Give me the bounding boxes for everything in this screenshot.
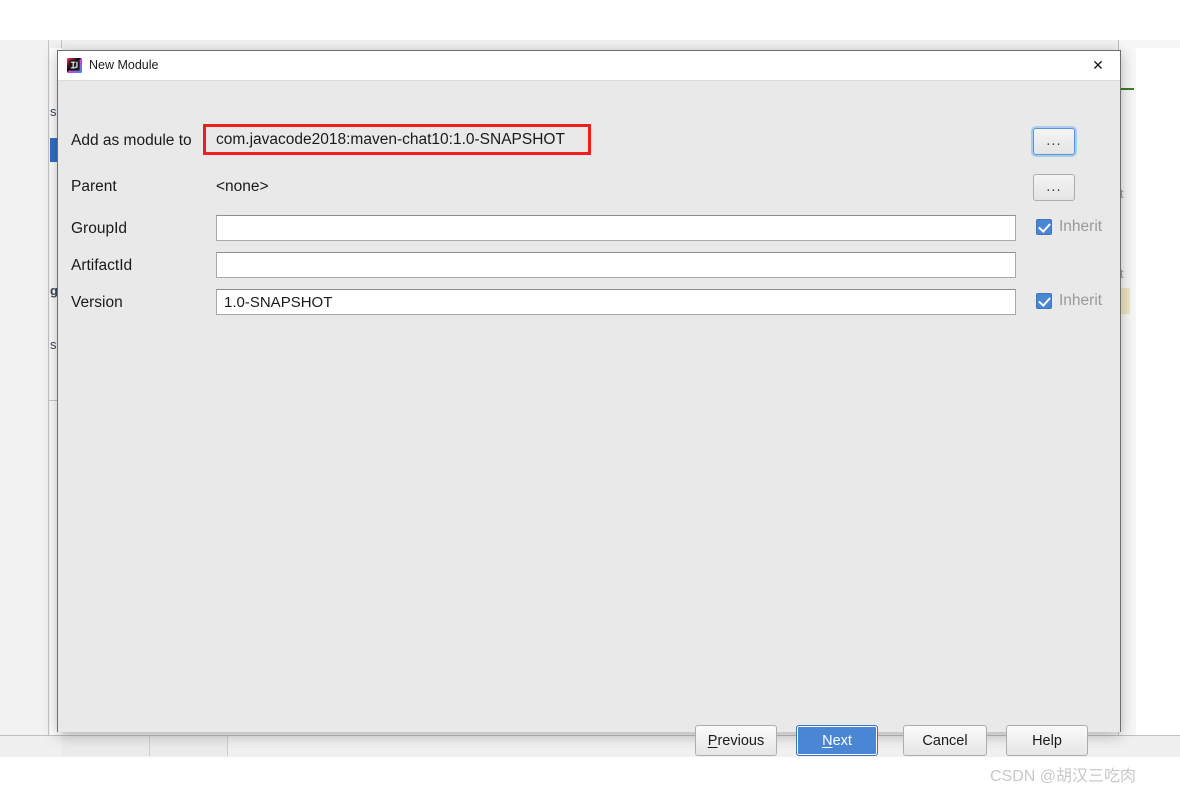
browse-module-button[interactable]: ...	[1033, 128, 1075, 155]
ide-editor-area	[1136, 48, 1180, 738]
groupid-inherit-label: Inherit	[1059, 218, 1103, 235]
help-button[interactable]: Help	[1006, 725, 1088, 756]
next-button-label: Next	[822, 732, 852, 749]
ide-status-cell-1	[62, 736, 150, 756]
new-module-dialog: New Module ✕ Add as module to com.javaco…	[57, 50, 1121, 756]
label-version: Version	[71, 294, 123, 311]
label-artifactid: ArtifactId	[71, 257, 133, 274]
dialog-body: Add as module to com.javacode2018:maven-…	[58, 81, 1120, 756]
screen: s g s t t New Module ✕ Add as module to …	[0, 0, 1180, 796]
version-inherit-label: Inherit	[1059, 292, 1103, 309]
cancel-button[interactable]: Cancel	[903, 725, 987, 756]
ellipsis-icon: ...	[1046, 133, 1062, 149]
ide-marker-green	[1120, 88, 1134, 90]
ide-editor-text-2: t	[1120, 266, 1124, 281]
label-parent: Parent	[71, 178, 117, 195]
label-groupid: GroupId	[71, 220, 128, 237]
artifactid-input[interactable]	[216, 252, 1016, 278]
ide-marker-yellow	[1120, 288, 1130, 314]
previous-button[interactable]: Previous	[695, 725, 777, 756]
checkbox-checked-icon	[1036, 293, 1052, 309]
ellipsis-icon: ...	[1046, 179, 1062, 195]
ide-status-cell-2	[150, 736, 228, 756]
ide-editor-text-1: t	[1120, 186, 1124, 201]
dialog-titlebar[interactable]: New Module ✕	[58, 51, 1120, 81]
intellij-idea-icon	[67, 58, 82, 73]
version-inherit-checkbox[interactable]: Inherit	[1036, 292, 1102, 310]
close-icon[interactable]: ✕	[1076, 51, 1120, 80]
version-input[interactable]	[216, 289, 1016, 315]
module-combo-field[interactable]: com.javacode2018:maven-chat10:1.0-SNAPSH…	[208, 127, 591, 152]
watermark: CSDN @胡汉三吃肉	[990, 768, 1137, 785]
groupid-input[interactable]	[216, 215, 1016, 241]
previous-button-label: Previous	[707, 732, 765, 749]
label-add-as-module-to: Add as module to	[71, 132, 192, 149]
next-button[interactable]: Next	[796, 725, 878, 756]
dialog-title: New Module	[89, 58, 159, 72]
checkbox-checked-icon	[1036, 219, 1052, 235]
browse-parent-button[interactable]: ...	[1033, 174, 1075, 201]
groupid-inherit-checkbox[interactable]: Inherit	[1036, 218, 1102, 236]
parent-value: <none>	[216, 178, 269, 195]
